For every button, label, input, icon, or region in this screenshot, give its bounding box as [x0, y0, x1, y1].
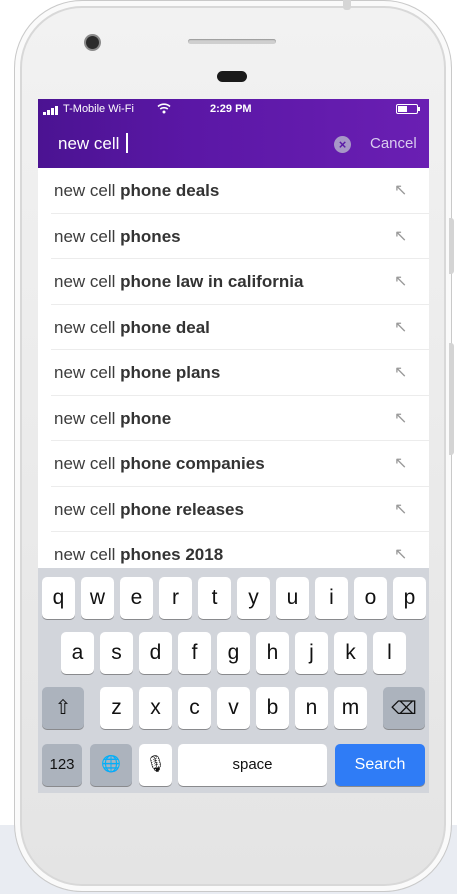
- key-k[interactable]: k: [334, 632, 367, 674]
- phone-top-button: [343, 0, 351, 10]
- suggestion-prefix: new cell: [54, 454, 116, 473]
- fill-query-arrow-icon[interactable]: ↖: [394, 408, 407, 428]
- fill-query-arrow-icon[interactable]: ↖: [394, 271, 407, 291]
- key-z[interactable]: z: [100, 687, 133, 729]
- suggestion-completion: phone releases: [120, 499, 244, 519]
- key-d[interactable]: d: [139, 632, 172, 674]
- key-e[interactable]: e: [120, 577, 153, 619]
- suggestion-completion: phone companies: [120, 454, 265, 473]
- suggestion-item[interactable]: new cell phone deal ↖: [51, 305, 429, 350]
- carrier-name: T-Mobile Wi-Fi: [63, 103, 134, 115]
- key-l[interactable]: l: [373, 632, 406, 674]
- proximity-sensor: [217, 71, 247, 82]
- fill-query-arrow-icon[interactable]: ↖: [394, 180, 407, 200]
- suggestion-item[interactable]: new cell phone companies ↖: [51, 441, 429, 487]
- key-h[interactable]: h: [256, 632, 289, 674]
- search-input[interactable]: [58, 131, 308, 157]
- key-g[interactable]: g: [217, 632, 250, 674]
- globe-icon: 🌐: [101, 756, 121, 773]
- key-f[interactable]: f: [178, 632, 211, 674]
- suggestion-item[interactable]: new cell phone plans ↖: [51, 350, 429, 396]
- globe-key[interactable]: 🌐: [90, 744, 132, 786]
- fill-query-arrow-icon[interactable]: ↖: [394, 362, 407, 382]
- key-a[interactable]: a: [61, 632, 94, 674]
- status-time: 2:29 PM: [210, 103, 252, 115]
- suggestion-completion: phone plans: [120, 363, 221, 382]
- key-o[interactable]: o: [354, 577, 387, 619]
- space-key[interactable]: space: [178, 744, 327, 786]
- key-p[interactable]: p: [393, 577, 426, 619]
- key-t[interactable]: t: [198, 577, 231, 619]
- suggestion-completion: phone deal: [120, 317, 210, 337]
- phone-volume-up-button: [449, 218, 454, 274]
- suggestion-item[interactable]: new cell phone ↖: [51, 396, 429, 441]
- phone-power-button: [449, 343, 454, 455]
- key-y[interactable]: y: [237, 577, 270, 619]
- earpiece-speaker: [188, 39, 276, 44]
- microphone-icon: 🎙: [145, 756, 166, 773]
- suggestion-prefix: new cell: [54, 363, 116, 382]
- suggestion-prefix: new cell: [54, 499, 116, 519]
- front-camera: [86, 36, 99, 49]
- suggestion-prefix: new cell: [54, 317, 116, 337]
- suggestion-item[interactable]: new cell phones ↖: [51, 214, 429, 259]
- key-n[interactable]: n: [295, 687, 328, 729]
- suggestion-completion: phones 2018: [120, 545, 224, 564]
- numbers-key[interactable]: 123: [42, 744, 82, 786]
- phone-screen: T-Mobile Wi-Fi 2:29 PM × Cancel new cell…: [38, 99, 429, 793]
- suggestion-item[interactable]: new cell phone law in california ↖: [51, 259, 429, 305]
- suggestion-completion: phone: [120, 408, 172, 428]
- backspace-icon: ⌫: [391, 698, 417, 718]
- suggestion-completion: phones: [120, 226, 181, 246]
- search-header: T-Mobile Wi-Fi 2:29 PM × Cancel: [38, 99, 429, 168]
- status-bar: T-Mobile Wi-Fi 2:29 PM: [38, 99, 429, 121]
- battery-icon: [396, 104, 420, 114]
- suggestion-list: new cell phone deals ↖ new cell phones ↖…: [38, 168, 429, 578]
- dictation-key[interactable]: 🎙: [139, 744, 172, 786]
- clear-search-icon[interactable]: ×: [334, 136, 351, 153]
- wifi-icon: [157, 102, 171, 117]
- suggestion-completion: phone law in california: [120, 272, 304, 291]
- text-cursor: [126, 133, 128, 153]
- search-key[interactable]: Search: [335, 744, 425, 786]
- key-v[interactable]: v: [217, 687, 250, 729]
- cancel-button[interactable]: Cancel: [370, 135, 417, 152]
- suggestion-prefix: new cell: [54, 272, 116, 291]
- fill-query-arrow-icon[interactable]: ↖: [394, 317, 407, 337]
- key-b[interactable]: b: [256, 687, 289, 729]
- key-m[interactable]: m: [334, 687, 367, 729]
- key-r[interactable]: r: [159, 577, 192, 619]
- onscreen-keyboard: q w e r t y u i o p a s d f g h j k l ⇧ …: [38, 568, 429, 793]
- suggestion-item[interactable]: new cell phone releases ↖: [51, 487, 429, 532]
- key-j[interactable]: j: [295, 632, 328, 674]
- fill-query-arrow-icon[interactable]: ↖: [394, 226, 407, 246]
- key-x[interactable]: x: [139, 687, 172, 729]
- key-i[interactable]: i: [315, 577, 348, 619]
- suggestion-prefix: new cell: [54, 408, 116, 428]
- key-w[interactable]: w: [81, 577, 114, 619]
- backspace-key[interactable]: ⌫: [383, 687, 425, 729]
- shift-key[interactable]: ⇧: [42, 687, 84, 729]
- shift-icon: ⇧: [54, 697, 72, 719]
- suggestion-prefix: new cell: [54, 181, 116, 200]
- fill-query-arrow-icon[interactable]: ↖: [394, 453, 407, 473]
- key-c[interactable]: c: [178, 687, 211, 729]
- suggestion-item[interactable]: new cell phone deals ↖: [51, 168, 429, 214]
- suggestion-prefix: new cell: [54, 226, 116, 246]
- key-s[interactable]: s: [100, 632, 133, 674]
- suggestion-completion: phone deals: [120, 181, 220, 200]
- fill-query-arrow-icon[interactable]: ↖: [394, 499, 407, 519]
- key-u[interactable]: u: [276, 577, 309, 619]
- signal-strength-icon: [43, 105, 61, 115]
- suggestion-prefix: new cell: [54, 545, 116, 564]
- key-q[interactable]: q: [42, 577, 75, 619]
- fill-query-arrow-icon[interactable]: ↖: [394, 544, 407, 564]
